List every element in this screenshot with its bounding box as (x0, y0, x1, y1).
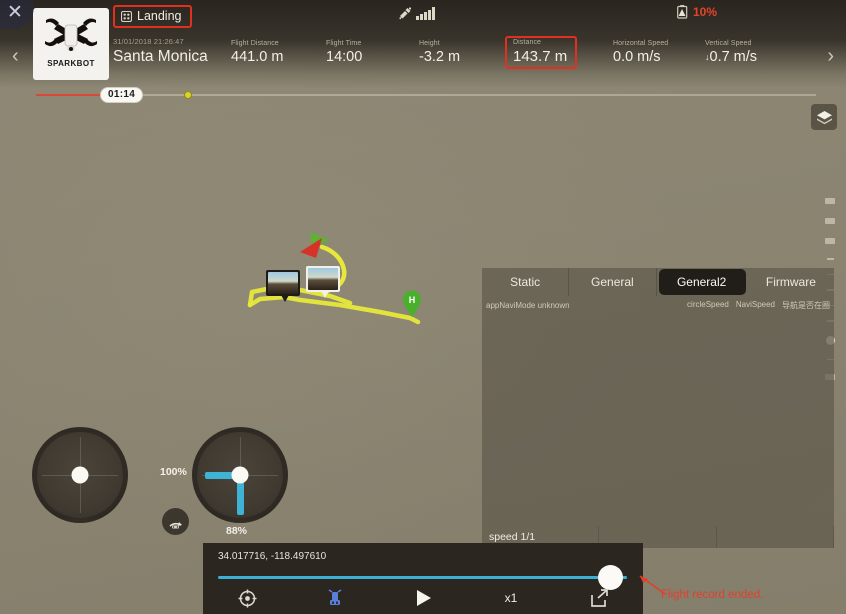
share-export-icon (590, 588, 608, 607)
close-x-icon[interactable]: ✕ (4, 2, 26, 24)
drone-name-label: SPARKBOT (47, 59, 95, 68)
previous-flight-button[interactable]: ‹ (12, 46, 19, 66)
metric-value: 0.0 m/s (613, 49, 661, 65)
flight-location-cell: 31/01/2018 21:26:47 Santa Monica (113, 37, 208, 66)
data-panel-header-right: circleSpeed NaviSpeed 导航是否在圈 (687, 300, 830, 311)
metric-label: Horizontal Speed (613, 40, 669, 47)
flight-playback-screen: H 100% 88% Static General General2 Firmw… (0, 0, 846, 614)
return-to-home-button[interactable] (162, 508, 189, 535)
playback-buttons: x1 (203, 584, 643, 612)
satellite-icon (399, 7, 412, 20)
data-panel-tabs: Static General General2 Firmware (482, 268, 834, 296)
recenter-icon (238, 589, 256, 607)
play-button[interactable] (379, 588, 467, 608)
stick-left-percent: 100% (160, 466, 187, 478)
metric-value: 143.7 m (513, 48, 568, 65)
left-stick-knob[interactable] (71, 466, 89, 484)
tab-static[interactable]: Static (482, 268, 570, 296)
navi-speed-label: NaviSpeed (735, 299, 775, 309)
play-icon (417, 590, 431, 606)
metric-label: Height (419, 40, 440, 47)
timeline-track[interactable] (36, 94, 816, 96)
right-control-stick[interactable] (192, 427, 288, 523)
metric-label: Vertical Speed (705, 40, 752, 47)
drone-tracking-icon (328, 589, 342, 605)
home-marker[interactable]: H (401, 290, 423, 318)
tab-general[interactable]: General (569, 268, 657, 296)
playback-control-bar: 34.017716, -118.497610 x1 (203, 543, 643, 614)
map-layers-button[interactable] (811, 104, 837, 130)
metric-height: Height -3.2 m (419, 40, 460, 65)
tab-general2[interactable]: General2 (658, 269, 746, 295)
playback-slider[interactable] (218, 565, 627, 590)
metric-label: Flight Distance (231, 40, 279, 47)
zoom-tick (826, 258, 834, 260)
photo-marker-b-tail (321, 291, 329, 298)
metric-value: 14:00 (326, 49, 363, 65)
footer-cell-3[interactable] (717, 526, 834, 548)
landing-icon (121, 10, 132, 22)
metric-horizontal-speed: Horizontal Speed 0.0 m/s (613, 40, 668, 65)
left-control-stick[interactable] (32, 427, 128, 523)
drone-heading-marker (300, 232, 330, 258)
flight-info-row: 31/01/2018 21:26:47 Santa Monica Flight … (113, 36, 832, 74)
photo-marker-a-tail (281, 295, 289, 302)
map-layers-icon (816, 110, 832, 124)
status-badge: Landing (113, 5, 192, 28)
flight-location: Santa Monica (113, 48, 208, 65)
battery-indicator: 10% (677, 5, 717, 19)
stick-bottom-percent: 88% (226, 525, 248, 537)
zoom-tick (825, 238, 835, 244)
share-export-button[interactable] (555, 588, 643, 608)
photo-marker-b[interactable] (306, 266, 340, 292)
navi-circle-label-cn: 导航是否在圈 (782, 300, 830, 310)
telemetry-data-panel: Static General General2 Firmware appNavi… (482, 268, 834, 548)
app-navi-mode-label: appNaviMode unknown (486, 300, 570, 310)
photo-thumbnail-a (268, 272, 298, 294)
battery-warning-icon (677, 5, 688, 19)
right-stick-knob[interactable] (231, 466, 249, 484)
photo-marker-a[interactable] (266, 270, 300, 296)
circle-speed-label: circleSpeed (687, 299, 729, 309)
signal-bars-icon (416, 7, 435, 20)
metric-label: Distance (513, 39, 542, 46)
drone-icon (45, 18, 97, 51)
drone-thumbnail-card[interactable]: SPARKBOT (33, 8, 109, 80)
metric-value: 441.0 m (231, 49, 284, 65)
metric-value-wrap: ↓0.7 m/s (705, 49, 757, 65)
zoom-tick (825, 218, 835, 224)
status-badge-label: Landing (137, 9, 182, 23)
metric-flight-distance: Flight Distance 441.0 m (231, 40, 283, 65)
metric-flight-time: Flight Time 14:00 (326, 40, 362, 65)
metric-value: 0.7 m/s (709, 49, 758, 65)
battery-percent-label: 10% (692, 5, 717, 19)
zoom-tick (825, 198, 835, 204)
data-panel-header-row: appNaviMode unknown circleSpeed NaviSpee… (482, 296, 834, 314)
tab-firmware[interactable]: Firmware (748, 268, 834, 296)
coordinates-label: 34.017716, -118.497610 (218, 551, 327, 562)
recenter-button[interactable] (203, 589, 291, 608)
annotation-text: Flight record ended. (661, 589, 764, 601)
metric-vertical-speed: Vertical Speed ↓0.7 m/s (705, 40, 757, 65)
event-marker-icon[interactable] (184, 91, 192, 99)
photo-thumbnail-b (308, 268, 338, 290)
home-marker-label: H (409, 295, 416, 305)
metric-value: -3.2 m (419, 49, 461, 65)
speed-multiplier-button[interactable]: x1 (467, 591, 555, 605)
metric-label: Flight Time (326, 40, 362, 47)
signal-indicator (398, 6, 435, 20)
flight-timeline[interactable]: 01:14 (36, 87, 816, 103)
flight-datetime: 31/01/2018 21:26:47 (113, 37, 184, 46)
drone-tracking-button[interactable] (291, 589, 379, 607)
metric-distance: Distance 143.7 m (505, 36, 578, 69)
return-to-home-icon (169, 521, 182, 528)
timeline-time-label[interactable]: 01:14 (100, 87, 144, 103)
